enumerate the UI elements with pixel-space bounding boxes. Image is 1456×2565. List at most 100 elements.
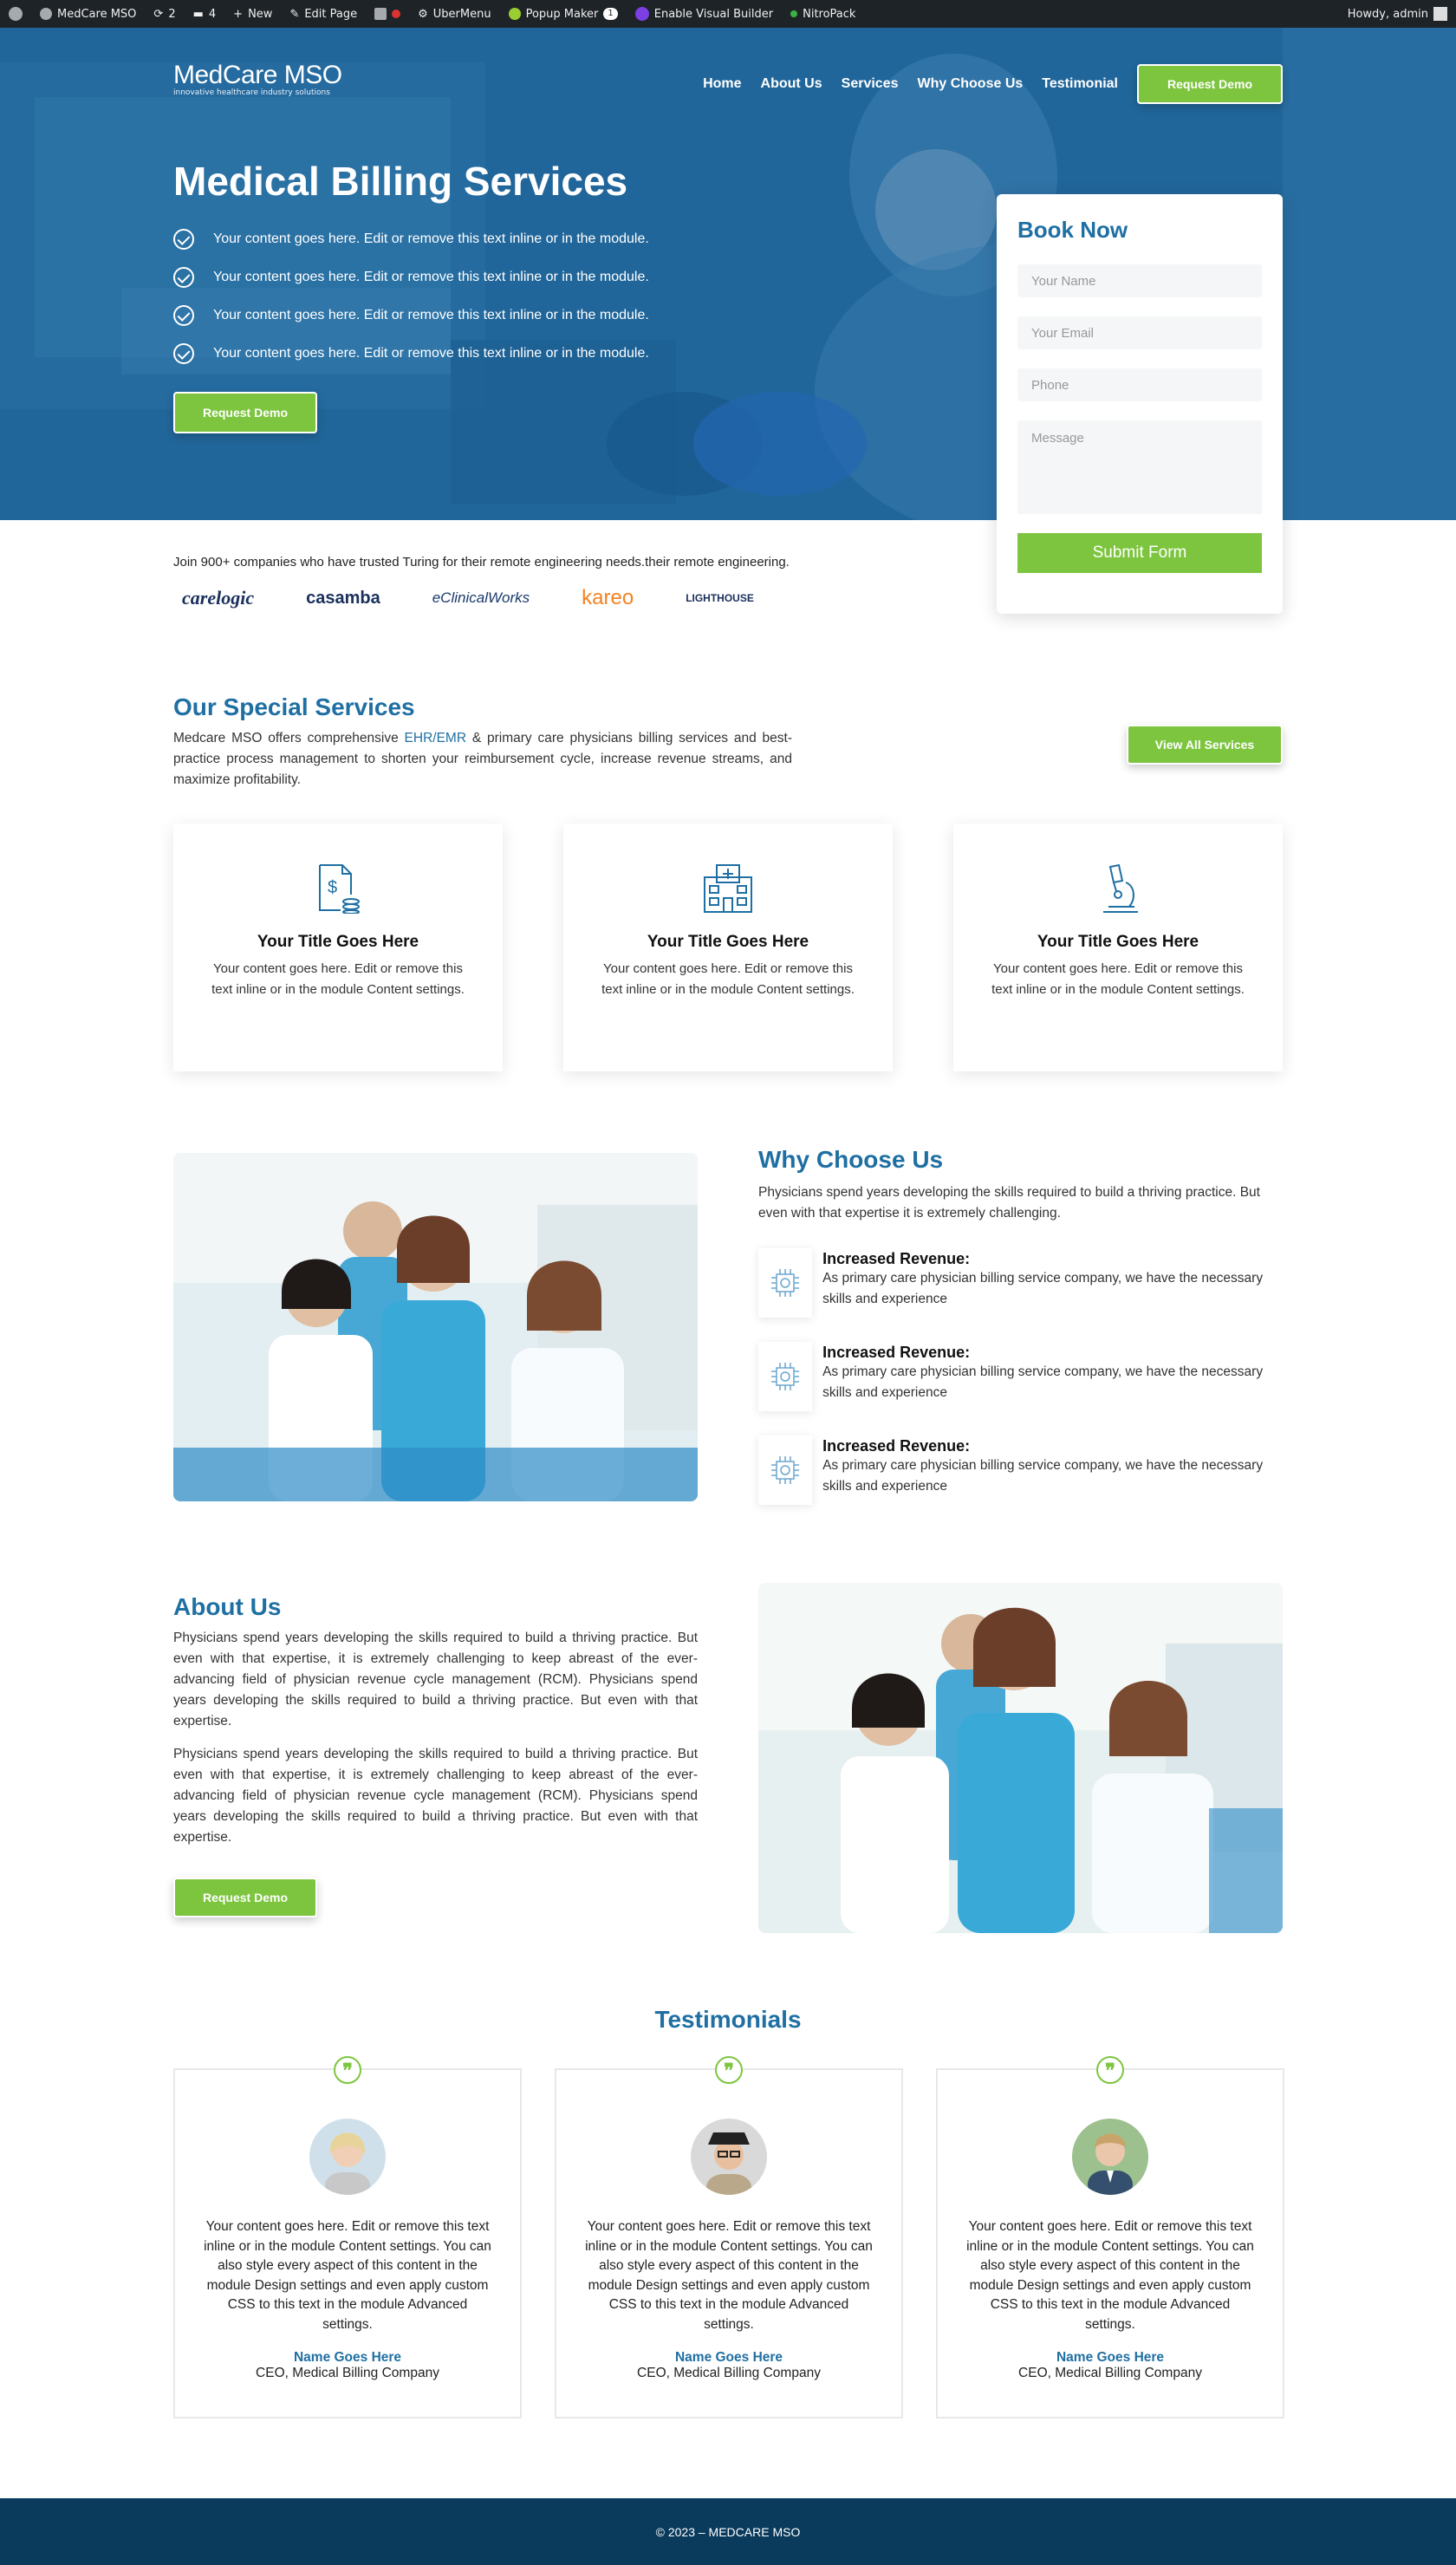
- why-item-title: Increased Revenue:: [822, 1437, 971, 1455]
- testimonial-text: Your content goes here. Edit or remove t…: [966, 2219, 1254, 2332]
- main-nav: MedCare MSO innovative healthcare indust…: [173, 62, 1283, 106]
- service-card: Your Title Goes Here Your content goes h…: [953, 824, 1283, 1071]
- client-logos: carelogic casamba eClinicalWorks kareo L…: [182, 586, 754, 610]
- footer: © 2023 – MEDCARE MSO: [0, 2498, 1456, 2565]
- invoice-dollar-icon: $: [319, 864, 360, 914]
- logo-name: MedCare MSO: [173, 61, 342, 89]
- check-item: Your content goes here. Edit or remove t…: [173, 258, 711, 296]
- avatar: [1433, 7, 1447, 21]
- nav-item-services[interactable]: Services: [842, 76, 899, 92]
- about-paragraph: Physicians spend years developing the sk…: [173, 1747, 698, 1845]
- check-circle-icon: [173, 305, 194, 326]
- site-name-link[interactable]: MedCare MSO: [31, 0, 145, 28]
- refresh-icon: ⟳: [153, 7, 164, 21]
- status-dot-icon: [790, 10, 798, 17]
- account-menu[interactable]: Howdy, admin: [1339, 0, 1456, 28]
- new-label: New: [248, 7, 273, 21]
- hospital-icon: [704, 864, 752, 913]
- ubermenu-link[interactable]: ⚙ UberMenu: [409, 0, 499, 28]
- avatar: [309, 2119, 386, 2195]
- microscope-icon: [1103, 863, 1138, 913]
- greeting-label: Howdy, admin: [1347, 7, 1428, 21]
- service-card: $ Your Title Goes Here Your content goes…: [173, 824, 503, 1071]
- submit-form-button[interactable]: Submit Form: [1017, 533, 1262, 573]
- check-circle-icon: [173, 267, 194, 288]
- nav-item-home[interactable]: Home: [703, 76, 741, 92]
- yoast-link[interactable]: [366, 0, 409, 28]
- message-field[interactable]: Message: [1017, 420, 1262, 514]
- why-item-title: Increased Revenue:: [822, 1344, 971, 1361]
- comments-link[interactable]: ▬ 4: [185, 0, 225, 28]
- doctors-photo: [173, 1153, 698, 1501]
- about-paragraph: Physicians spend years developing the sk…: [173, 1631, 698, 1728]
- hero-check-list: Your content goes here. Edit or remove t…: [173, 220, 711, 373]
- wordpress-menu[interactable]: [0, 0, 31, 28]
- check-item: Your content goes here. Edit or remove t…: [173, 335, 711, 373]
- testimonial-card: ❞ Your content goes here. Edit or remove…: [173, 2056, 522, 2419]
- seo-status-dot-icon: [392, 10, 401, 18]
- quote-icon: ❞: [334, 2056, 361, 2084]
- nav-item-about-us[interactable]: About Us: [761, 76, 822, 92]
- book-now-title: Book Now: [1017, 217, 1128, 243]
- comment-icon: ▬: [192, 7, 204, 21]
- hero-title: Medical Billing Services: [173, 159, 628, 204]
- comments-count: 4: [208, 7, 217, 21]
- services-title: Our Special Services: [173, 693, 415, 720]
- testimonial-text: Your content goes here. Edit or remove t…: [204, 2219, 491, 2332]
- testimonial-name: Name Goes Here: [293, 2350, 402, 2365]
- check-item: Your content goes here. Edit or remove t…: [173, 220, 711, 258]
- ehr-emr-link[interactable]: EHR/EMR: [405, 731, 466, 745]
- nav-request-demo-button[interactable]: Request Demo: [1137, 64, 1283, 104]
- service-card-text: Your content goes here. Edit or remove t…: [211, 961, 465, 997]
- eclinicalworks-logo: eClinicalWorks: [432, 589, 530, 606]
- carelogic-logo: carelogic: [182, 587, 255, 609]
- hero-request-demo-button[interactable]: Request Demo: [173, 392, 317, 433]
- revenue-chip-icon: [758, 1248, 813, 1318]
- why-choose-description: Physicians spend years developing the sk…: [758, 1185, 1260, 1221]
- visual-builder-label: Enable Visual Builder: [653, 7, 774, 21]
- doctors-photo: [758, 1583, 1283, 1933]
- service-card-text: Your content goes here. Edit or remove t…: [601, 961, 855, 997]
- nav-item-testimonial[interactable]: Testimonial: [1042, 76, 1118, 92]
- new-content-link[interactable]: + New: [224, 0, 281, 28]
- testimonial-name: Name Goes Here: [1056, 2350, 1165, 2365]
- page: MedCare MSO ⟳ 2 ▬ 4 + New ✎ Edit Page ⚙ …: [0, 0, 1456, 2565]
- revenue-chip-icon: [758, 1435, 813, 1505]
- book-now-form: Book Now Your Name Your Email Phone Mess…: [997, 194, 1283, 614]
- edit-page-link[interactable]: ✎ Edit Page: [281, 0, 366, 28]
- testimonial-name: Name Goes Here: [674, 2350, 783, 2365]
- about-request-demo-button[interactable]: Request Demo: [173, 1878, 317, 1917]
- pencil-icon: ✎: [289, 7, 300, 21]
- services-description: Medcare MSO offers comprehensive EHR/EMR…: [173, 728, 792, 791]
- service-card-title: Your Title Goes Here: [1037, 933, 1199, 951]
- logo-tagline: innovative healthcare industry solutions: [173, 88, 330, 97]
- service-card-title: Your Title Goes Here: [257, 933, 419, 951]
- site-logo[interactable]: MedCare MSO innovative healthcare indust…: [173, 61, 342, 98]
- updates-count: 2: [168, 7, 176, 21]
- testimonials-title: Testimonials: [654, 2006, 802, 2033]
- why-choose-title: Why Choose Us: [758, 1146, 944, 1173]
- trusted-text: Join 900+ companies who have trusted Tur…: [173, 555, 790, 570]
- svg-text:$: $: [328, 878, 337, 897]
- gear-icon: ⚙: [418, 7, 428, 21]
- email-field[interactable]: Your Email: [1017, 316, 1262, 349]
- name-field[interactable]: Your Name: [1017, 264, 1262, 297]
- nitropack-label: NitroPack: [803, 7, 856, 21]
- nitropack-link[interactable]: NitroPack: [782, 0, 864, 28]
- visual-builder-link[interactable]: Enable Visual Builder: [627, 0, 782, 28]
- check-text: Your content goes here. Edit or remove t…: [213, 308, 649, 322]
- check-circle-icon: [173, 343, 194, 364]
- why-item-text: As primary care physician billing servic…: [822, 1458, 1264, 1494]
- casamba-logo: casamba: [306, 588, 380, 608]
- updates-link[interactable]: ⟳ 2: [145, 0, 184, 28]
- check-text: Your content goes here. Edit or remove t…: [213, 346, 649, 361]
- view-all-services-button[interactable]: View All Services: [1127, 725, 1283, 765]
- nav-item-why-choose-us[interactable]: Why Choose Us: [917, 76, 1023, 92]
- plus-icon: +: [233, 7, 244, 21]
- popup-maker-link[interactable]: Popup Maker 1: [500, 0, 627, 28]
- dashboard-icon: [40, 8, 52, 20]
- wordpress-icon: [9, 7, 23, 21]
- phone-field[interactable]: Phone: [1017, 368, 1262, 401]
- check-circle-icon: [173, 229, 194, 250]
- testimonial-role: CEO, Medical Billing Company: [637, 2366, 821, 2380]
